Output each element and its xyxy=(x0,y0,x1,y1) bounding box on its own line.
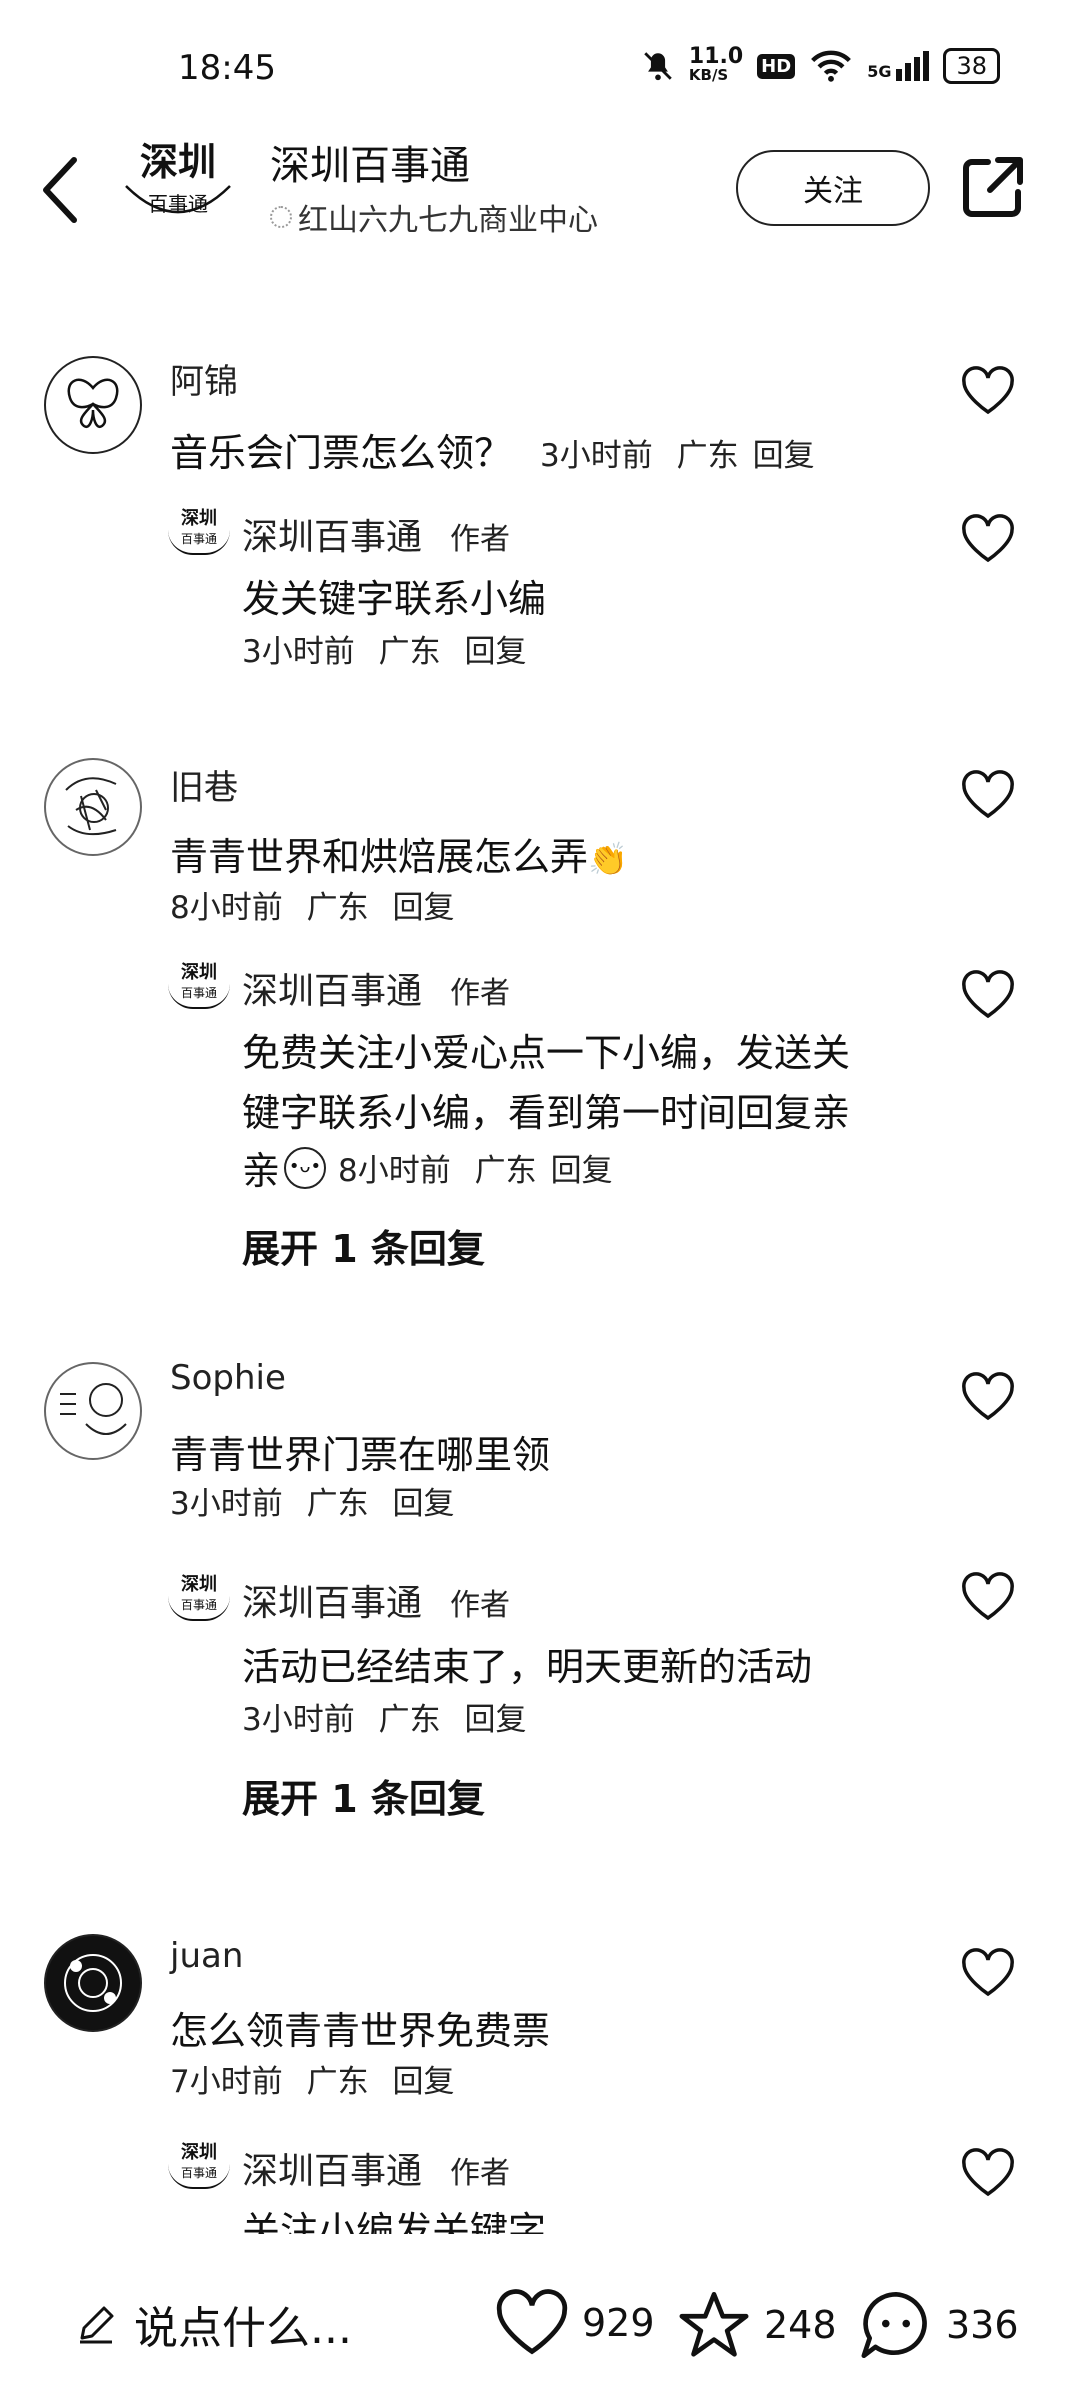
like-count: 929 xyxy=(582,2301,655,2345)
hd-badge: HD xyxy=(757,53,796,79)
signal-icon: 5G xyxy=(867,51,930,81)
author-avatar[interactable]: 深圳 百事通 xyxy=(168,508,230,564)
reply-button[interactable]: 回复 xyxy=(392,2064,454,2100)
author-reply-header: 深圳百事通 作者 xyxy=(242,508,510,560)
battery-icon: 38 xyxy=(943,48,1000,84)
net-speed: 11.0 KB/S xyxy=(688,44,744,85)
author-reply-text-line1: 免费关注小爱心点一下小编，发送关 xyxy=(242,1031,851,1075)
heart-icon[interactable] xyxy=(960,770,1016,820)
reply-button[interactable]: 回复 xyxy=(392,1486,454,1522)
star-icon xyxy=(679,2291,749,2357)
heart-icon xyxy=(496,2289,568,2355)
author-avatar[interactable]: 深圳 百事通 xyxy=(168,1574,230,1630)
heart-icon[interactable] xyxy=(960,514,1016,564)
reply-button[interactable]: 回复 xyxy=(392,890,454,926)
sketch-figure-icon xyxy=(60,1383,127,1435)
sketch-portrait-icon xyxy=(65,777,117,836)
avatar[interactable] xyxy=(44,356,142,454)
comment-meta: 8小时前 广东 回复 xyxy=(170,890,455,926)
comment-meta: 3小时前 广东 回复 xyxy=(170,1486,455,1522)
clap-emoji-icon: 👏 xyxy=(588,840,628,878)
heart-icon[interactable] xyxy=(960,1948,1016,1998)
comment-text: 怎么领青青世界免费票 xyxy=(170,2009,551,2053)
follow-button[interactable]: 关注 xyxy=(736,150,930,226)
location-dot-icon xyxy=(270,206,292,228)
heart-icon[interactable] xyxy=(960,1372,1016,1422)
author-reply-text: 关注小编发关键字 xyxy=(242,2209,547,2234)
author-reply-text: 发关键字联系小编 xyxy=(242,577,547,621)
author-reply-text-line3: 亲 •ᴗ• 8小时前 广东 回复 xyxy=(242,1140,613,1195)
avatar[interactable] xyxy=(44,1934,142,2032)
author-reply-text-line2: 键字联系小编，看到第一时间回复亲 xyxy=(242,1091,851,1135)
author-name[interactable]: 深圳百事通 xyxy=(242,962,422,1014)
author-reply-header: 深圳百事通 作者 xyxy=(242,1574,510,1626)
reply-button[interactable]: 回复 xyxy=(464,1702,526,1738)
floral-pattern-icon xyxy=(64,1954,122,2012)
favorite-count: 248 xyxy=(764,2303,837,2347)
comment-meta: 7小时前 广东 回复 xyxy=(170,2064,455,2100)
author-tag: 作者 xyxy=(450,2156,511,2191)
like-button[interactable]: 929 xyxy=(494,2288,655,2358)
account-logo[interactable]: 深圳 百事通 xyxy=(118,140,238,240)
status-time: 18:45 xyxy=(178,48,276,88)
avatar[interactable] xyxy=(44,1362,142,1460)
comment-username[interactable]: 旧巷 xyxy=(170,760,238,809)
comment-input[interactable]: 说点什么... xyxy=(74,2292,352,2356)
author-tag: 作者 xyxy=(450,976,511,1011)
comment-username[interactable]: Sophie xyxy=(170,1358,286,1398)
favorite-button[interactable]: 248 xyxy=(676,2288,837,2362)
author-name[interactable]: 深圳百事通 xyxy=(242,508,422,560)
author-reply-header: 深圳百事通 作者 xyxy=(242,2142,510,2194)
author-reply-meta: 3小时前 广东 回复 xyxy=(242,634,527,670)
heart-icon[interactable] xyxy=(960,2148,1016,2198)
author-reply-header: 深圳百事通 作者 xyxy=(242,962,510,1014)
comment-count: 336 xyxy=(946,2303,1019,2347)
comment-text: 音乐会门票怎么领？ 3小时前 广东 回复 xyxy=(170,431,815,475)
reply-button[interactable]: 回复 xyxy=(551,1153,613,1189)
pencil-icon xyxy=(80,2306,114,2344)
author-reply-text-clip: 关注小编发关键字 xyxy=(242,2200,546,2234)
comment-username[interactable]: 阿锦 xyxy=(170,354,238,403)
comment-text: 青青世界门票在哪里领 xyxy=(170,1433,551,1477)
mute-bell-icon xyxy=(644,52,672,81)
author-reply-text: 活动已经结束了，明天更新的活动 xyxy=(242,1645,813,1689)
butterfly-icon xyxy=(67,378,119,428)
reply-button[interactable]: 回复 xyxy=(464,634,526,670)
expand-replies-button[interactable]: 展开 1 条回复 xyxy=(242,1218,485,1273)
author-avatar[interactable]: 深圳 百事通 xyxy=(168,2142,230,2198)
comment-text: 青青世界和烘焙展怎么弄👏 xyxy=(170,835,628,879)
wifi-icon xyxy=(811,50,852,82)
back-arrow-icon[interactable] xyxy=(36,150,86,230)
heart-icon[interactable] xyxy=(960,366,1016,416)
shy-face-emoji-icon: •ᴗ• xyxy=(284,1146,327,1189)
avatar[interactable] xyxy=(44,758,142,856)
comment-bubble-icon xyxy=(861,2291,927,2359)
comment-button[interactable]: 336 xyxy=(858,2288,1019,2362)
author-tag: 作者 xyxy=(450,1588,511,1623)
reply-button[interactable]: 回复 xyxy=(753,438,815,474)
account-location[interactable]: 红山六九七九商业中心 xyxy=(270,195,598,239)
comment-username[interactable]: juan xyxy=(170,1936,243,1976)
status-icons: 11.0 KB/S HD 5G 38 xyxy=(641,44,1000,85)
author-name[interactable]: 深圳百事通 xyxy=(242,2142,422,2194)
author-tag: 作者 xyxy=(450,522,511,557)
author-reply-meta: 3小时前 广东 回复 xyxy=(242,1702,527,1738)
author-avatar[interactable]: 深圳 百事通 xyxy=(168,962,230,1018)
share-icon[interactable] xyxy=(958,152,1028,222)
heart-icon[interactable] xyxy=(960,970,1016,1020)
expand-replies-button[interactable]: 展开 1 条回复 xyxy=(242,1768,485,1823)
account-name[interactable]: 深圳百事通 xyxy=(270,133,470,191)
heart-icon[interactable] xyxy=(960,1572,1016,1622)
author-name[interactable]: 深圳百事通 xyxy=(242,1574,422,1626)
